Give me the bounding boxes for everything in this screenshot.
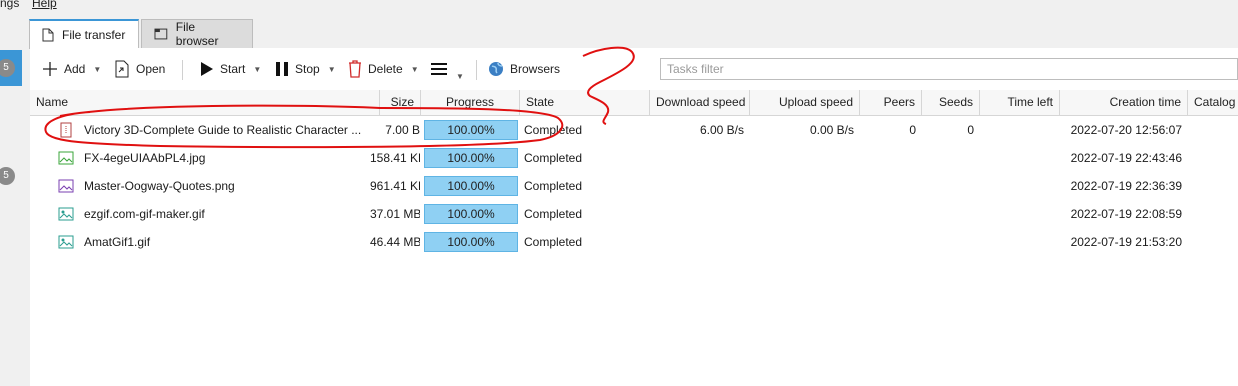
status-text: Completed xyxy=(524,235,583,249)
column-state[interactable]: State xyxy=(520,90,650,115)
progress-bar: 100.00% xyxy=(424,176,518,196)
column-name[interactable]: Name xyxy=(30,90,380,115)
open-button[interactable]: Open xyxy=(114,48,165,90)
tab-file-browser[interactable]: File browser xyxy=(141,19,253,48)
menubar: ngs Help xyxy=(0,0,1238,14)
plus-icon xyxy=(43,62,57,76)
file-name: FX-4egeUIAAbPL4.jpg xyxy=(84,151,206,165)
column-size[interactable]: Size xyxy=(380,90,421,115)
table-row[interactable]: Master-Oogway-Quotes.png 961.41 KB 100.0… xyxy=(30,172,1238,200)
table-header: Name Size Progress State Download speed … xyxy=(30,90,1238,116)
table-row[interactable]: FX-4egeUIAAbPL4.jpg 158.41 KB 100.00% Co… xyxy=(30,144,1238,172)
folder-window-icon xyxy=(154,28,168,40)
delete-label: Delete xyxy=(368,62,403,76)
chevron-down-icon: ▼ xyxy=(456,71,464,81)
image-icon xyxy=(58,179,74,193)
seeds-count: 0 xyxy=(967,123,974,137)
table-row[interactable]: ezgif.com-gif-maker.gif 37.01 MB 100.00%… xyxy=(30,200,1238,228)
browsers-button[interactable]: Browsers xyxy=(488,48,560,90)
file-name: AmatGif1.gif xyxy=(84,235,151,249)
column-catalog[interactable]: Catalog xyxy=(1188,90,1238,115)
more-menu-button[interactable]: ▼ xyxy=(430,48,464,90)
tab-label: File transfer xyxy=(62,28,126,42)
toolbar-divider xyxy=(476,60,477,80)
chevron-down-icon[interactable]: ▼ xyxy=(411,65,419,74)
file-size: 37.01 MB xyxy=(370,207,420,221)
creation-time: 2022-07-19 22:08:59 xyxy=(1070,207,1182,221)
table-row[interactable]: AmatGif1.gif 46.44 MB 100.00% Completed … xyxy=(30,228,1238,256)
upload-speed: 0.00 B/s xyxy=(809,123,854,137)
add-button[interactable]: Add ▼ xyxy=(42,48,101,90)
status-text: Completed xyxy=(524,179,583,193)
chevron-down-icon[interactable]: ▼ xyxy=(93,65,101,74)
menu-settings[interactable]: ngs xyxy=(0,0,19,10)
progress-bar: 100.00% xyxy=(424,204,518,224)
stop-label: Stop xyxy=(295,62,320,76)
creation-time: 2022-07-19 22:43:46 xyxy=(1070,151,1182,165)
file-size: 961.41 KB xyxy=(370,179,420,193)
progress-bar: 100.00% xyxy=(424,148,518,168)
column-creation-time[interactable]: Creation time xyxy=(1060,90,1188,115)
delete-button[interactable]: Delete ▼ xyxy=(348,48,419,90)
table-row[interactable]: Victory 3D-Complete Guide to Realistic C… xyxy=(30,116,1238,144)
status-text: Completed xyxy=(524,123,583,137)
column-upload-speed[interactable]: Upload speed xyxy=(750,90,860,115)
tab-file-transfer[interactable]: File transfer xyxy=(29,19,139,49)
open-file-icon xyxy=(115,60,129,78)
hamburger-menu-icon xyxy=(431,63,447,75)
file-size: 46.44 MB xyxy=(370,235,420,249)
column-download-speed[interactable]: Download speed xyxy=(650,90,750,115)
start-label: Start xyxy=(220,62,246,76)
status-text: Completed xyxy=(524,151,583,165)
column-seeds[interactable]: Seeds xyxy=(922,90,980,115)
document-icon xyxy=(42,28,54,42)
menu-help[interactable]: Help xyxy=(32,0,57,10)
column-time-left[interactable]: Time left xyxy=(980,90,1060,115)
pause-icon xyxy=(276,62,288,76)
file-name: Victory 3D-Complete Guide to Realistic C… xyxy=(84,123,362,137)
transfer-table: Name Size Progress State Download speed … xyxy=(30,90,1238,386)
column-progress[interactable]: Progress xyxy=(421,90,520,115)
start-button[interactable]: Start ▼ xyxy=(200,48,261,90)
chevron-down-icon[interactable]: ▼ xyxy=(328,65,336,74)
creation-time: 2022-07-19 21:53:20 xyxy=(1070,235,1182,249)
chevron-down-icon[interactable]: ▼ xyxy=(253,65,261,74)
file-size: 158.41 KB xyxy=(370,151,420,165)
toolbar-divider xyxy=(182,60,183,80)
progress-bar: 100.00% xyxy=(424,232,518,252)
file-size: 7.00 B xyxy=(385,123,420,137)
stop-button[interactable]: Stop ▼ xyxy=(275,48,336,90)
browsers-label: Browsers xyxy=(510,62,561,76)
status-text: Completed xyxy=(524,207,583,221)
file-name: ezgif.com-gif-maker.gif xyxy=(84,207,205,221)
add-label: Add xyxy=(64,62,86,76)
play-icon xyxy=(201,62,213,76)
progress-bar: 100.00% xyxy=(424,120,518,140)
trash-icon xyxy=(349,60,361,78)
image-icon xyxy=(58,207,74,221)
creation-time: 2022-07-19 22:36:39 xyxy=(1070,179,1182,193)
tasks-filter-input[interactable] xyxy=(660,58,1238,80)
document-icon xyxy=(60,122,72,138)
image-icon xyxy=(58,151,74,165)
open-label: Open xyxy=(136,62,166,76)
tab-label: File browser xyxy=(175,20,219,48)
image-icon xyxy=(58,235,74,249)
peers-count: 0 xyxy=(909,123,916,137)
globe-icon xyxy=(489,62,503,76)
file-name: Master-Oogway-Quotes.png xyxy=(84,179,235,193)
download-speed: 6.00 B/s xyxy=(699,123,744,137)
column-peers[interactable]: Peers xyxy=(860,90,922,115)
creation-time: 2022-07-20 12:56:07 xyxy=(1070,123,1182,137)
